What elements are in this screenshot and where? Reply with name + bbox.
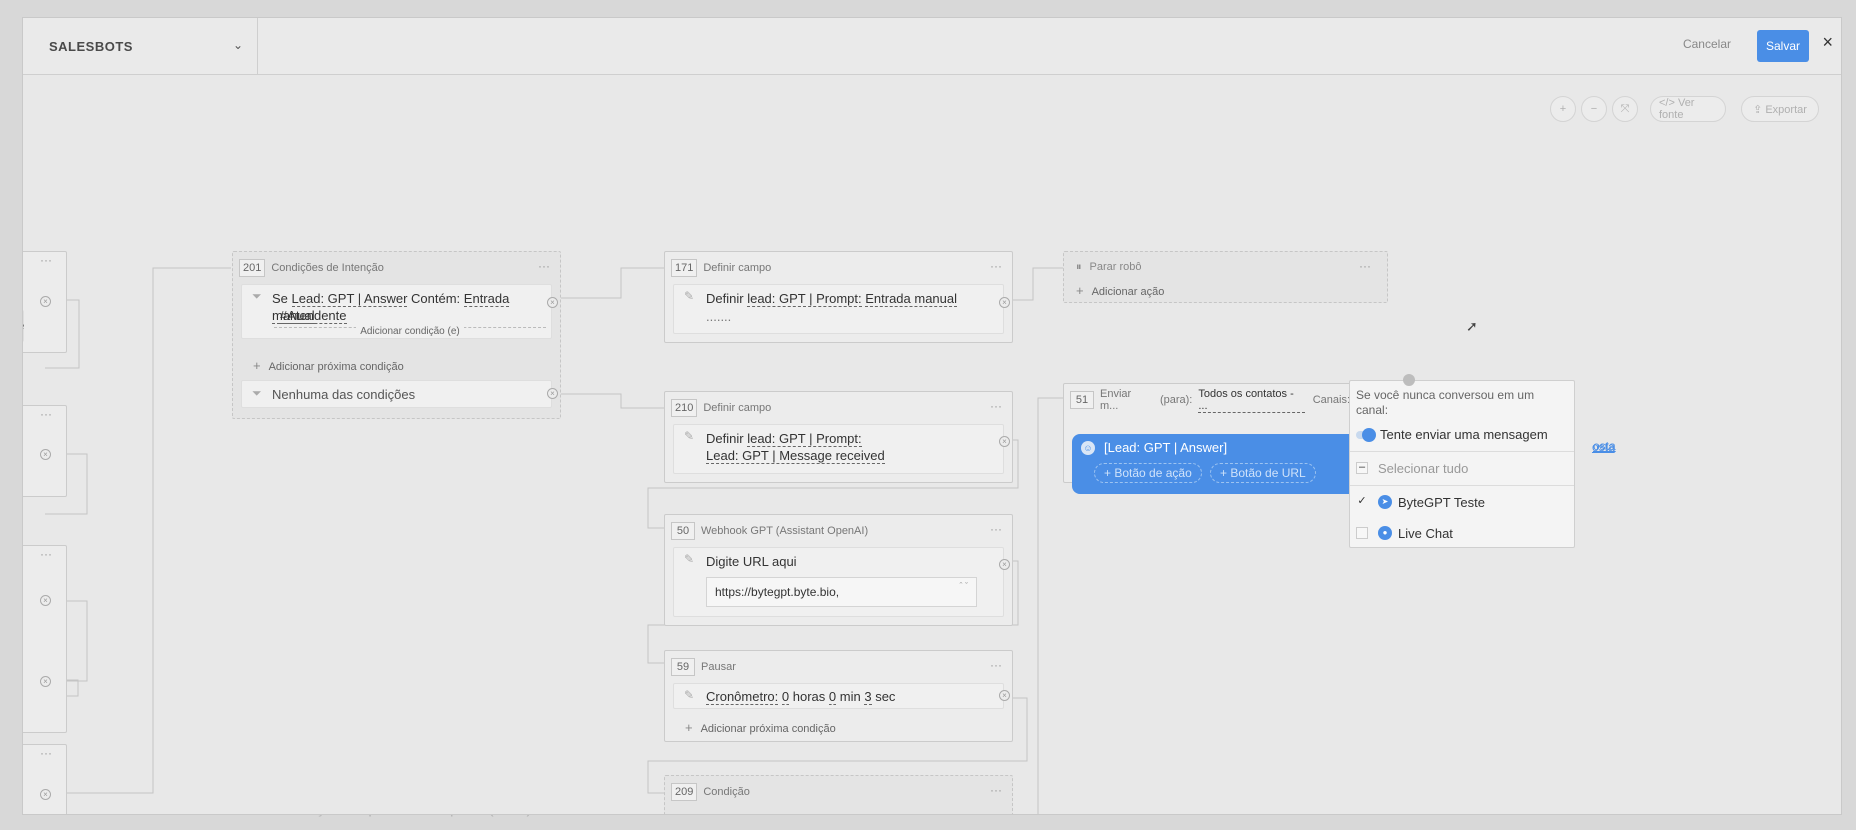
- block-menu-icon[interactable]: ···: [1359, 259, 1371, 273]
- partial-block-d: ··· ×: [23, 744, 67, 814]
- filter-icon: ⏷: [252, 386, 262, 400]
- block-171-set-field[interactable]: 171 Definir campo ··· ✎ Definir lead: GPT …: [664, 251, 1013, 343]
- webhook-url-input[interactable]: https://bytegpt.byte.bio, ˆ ˇ: [706, 577, 977, 607]
- add-action-button[interactable]: + Botão de ação: [1094, 463, 1202, 483]
- plus-icon: +: [253, 358, 261, 373]
- channel-checkbox[interactable]: ✓: [1356, 496, 1368, 508]
- remove-icon[interactable]: ×: [999, 690, 1010, 701]
- pencil-icon: ✎: [684, 429, 695, 443]
- chat-icon: ●: [1378, 526, 1392, 540]
- set-field-row[interactable]: ✎ Definir lead: GPT | Prompt: Lead: GPT …: [673, 424, 1004, 474]
- timer-row[interactable]: ✎ Cronômetro: 0 horas 0 min 3 sec: [673, 683, 1004, 709]
- cursor-icon: ➚: [1466, 318, 1478, 334]
- add-next-condition[interactable]: + Adicionar próxima condição: [685, 720, 836, 735]
- partial-block-c: ··· × ×: [23, 545, 67, 733]
- add-and-condition-link[interactable]: Adicionar condição (e): [356, 326, 464, 337]
- remove-icon[interactable]: ×: [40, 789, 51, 800]
- plus-icon: +: [685, 720, 693, 735]
- recipients-select[interactable]: Todos os contatos - ...: [1198, 388, 1305, 413]
- telegram-icon: ➤: [1378, 495, 1392, 509]
- block-menu-icon[interactable]: ···: [990, 783, 1002, 797]
- remove-icon[interactable]: ×: [999, 436, 1010, 447]
- block-menu-icon[interactable]: ···: [990, 259, 1002, 273]
- resize-icon: ˆ ˇ: [959, 581, 969, 591]
- remove-icon[interactable]: ×: [999, 297, 1010, 308]
- block-menu-icon[interactable]: ···: [538, 259, 550, 273]
- block-209-condition[interactable]: 209 Condição ···: [664, 775, 1013, 814]
- set-field-row[interactable]: ✎ Definir lead: GPT | Prompt: Entrada ma…: [673, 284, 1004, 334]
- plus-icon: +: [1076, 283, 1084, 298]
- block-menu-icon[interactable]: ···: [990, 522, 1002, 536]
- block-50-webhook[interactable]: 50 Webhook GPT (Assistant OpenAI) ··· ✎ Di…: [664, 514, 1013, 626]
- pencil-icon: ✎: [684, 552, 695, 566]
- channel-checkbox[interactable]: [1356, 527, 1368, 539]
- partial-block-b: ··· ×: [23, 405, 67, 497]
- block-menu-icon[interactable]: ···: [990, 658, 1002, 672]
- no-conditions-row[interactable]: ⏷ Nenhuma das condições: [241, 380, 552, 408]
- block-title: Condições de Intenção: [271, 262, 384, 274]
- select-all-checkbox[interactable]: –: [1356, 462, 1368, 474]
- try-send-toggle[interactable]: Tente enviar uma mensagem: [1356, 427, 1548, 442]
- emoji-icon: ☺: [1081, 441, 1095, 455]
- block-201-intent-conditions[interactable]: 201 Condições de Intenção ··· ⏷ Se Lead: G…: [232, 251, 561, 419]
- intent-condition-row[interactable]: ⏷ Se Lead: GPT | Answer Contém: Entrada …: [241, 284, 552, 339]
- add-next-condition[interactable]: + Adicionar próxima condição: [253, 358, 404, 373]
- add-url-button[interactable]: + Botão de URL: [1210, 463, 1316, 483]
- pencil-icon: ✎: [684, 688, 695, 702]
- pencil-icon: ✎: [684, 289, 695, 303]
- webhook-row[interactable]: ✎ Digite URL aqui https://bytegpt.byte.b…: [673, 547, 1004, 617]
- block-59-pause[interactable]: 59 Pausar ··· ✎ Cronômetro: 0 horas 0 min …: [664, 650, 1013, 742]
- partial-text: e: [23, 317, 24, 334]
- partial-block-a: ··· × e: [23, 251, 67, 353]
- remove-icon[interactable]: ×: [547, 297, 558, 308]
- popover-hint: Se você nunca conversou em um canal:: [1356, 388, 1535, 417]
- response-link[interactable]: osta: [1593, 439, 1616, 453]
- add-action-link[interactable]: + Adicionar ação: [1076, 283, 1164, 298]
- block-stop-bot[interactable]: ⏸ Parar robô ··· + Adicionar ação: [1063, 251, 1388, 303]
- block-menu-icon[interactable]: ···: [990, 399, 1002, 413]
- channels-popover: Se você nunca conversou em um canal: Ten…: [1349, 380, 1575, 548]
- salesbot-editor-modal: SALESBOTS ⌄ Cancelar Salvar × + − ⤧ </> …: [22, 17, 1842, 815]
- remove-icon[interactable]: ×: [40, 449, 51, 460]
- pause-icon: ⏸: [1076, 261, 1082, 273]
- remove-icon[interactable]: ×: [999, 559, 1010, 570]
- remove-icon[interactable]: ×: [40, 296, 51, 307]
- block-menu-icon[interactable]: ···: [40, 253, 52, 267]
- badge-icon: [1403, 374, 1415, 386]
- remove-icon[interactable]: ×: [547, 388, 558, 399]
- filter-icon: ⏷: [252, 289, 262, 303]
- remove-icon[interactable]: ×: [40, 676, 51, 687]
- remove-icon[interactable]: ×: [40, 595, 51, 606]
- block-210-set-field[interactable]: 210 Definir campo ··· ✎ Definir lead: GPT …: [664, 391, 1013, 483]
